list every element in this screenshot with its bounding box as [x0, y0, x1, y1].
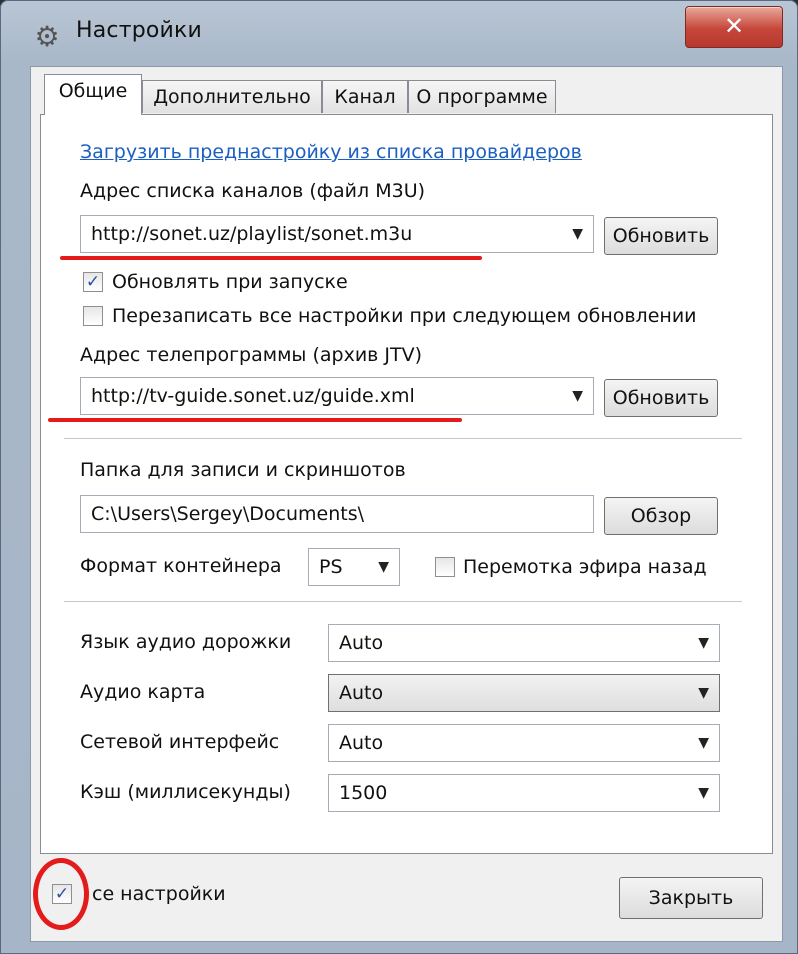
chevron-down-icon[interactable]: ▼	[378, 549, 389, 585]
cache-select[interactable]: 1500 ▼	[328, 774, 720, 812]
overwrite-settings-checkbox[interactable]	[83, 306, 103, 326]
tab-channel[interactable]: Канал	[322, 80, 408, 113]
annotation-underline-epg	[48, 418, 462, 422]
container-format-value: PS	[319, 556, 343, 578]
chevron-down-icon[interactable]: ▼	[698, 725, 709, 761]
separator	[64, 438, 742, 440]
annotation-circle	[33, 858, 89, 930]
settings-window: ⚙ Настройки ✕ Общие Дополнительно Канал …	[0, 0, 798, 954]
chevron-down-icon[interactable]: ▼	[698, 675, 709, 711]
folder-path-field[interactable]: C:\Users\Sergey\Documents\	[80, 495, 594, 533]
close-button[interactable]: Закрыть	[619, 877, 763, 919]
provider-preset-link[interactable]: Загрузить преднастройку из списка провай…	[80, 141, 582, 163]
chevron-down-icon[interactable]: ▼	[572, 378, 583, 414]
audio-track-select[interactable]: Auto ▼	[328, 624, 720, 662]
playlist-url-combo[interactable]: http://sonet.uz/playlist/sonet.m3u ▼	[80, 215, 594, 253]
chevron-down-icon[interactable]: ▼	[572, 216, 583, 252]
audio-card-select[interactable]: Auto ▼	[328, 674, 720, 712]
chevron-down-icon[interactable]: ▼	[698, 625, 709, 661]
epg-update-button[interactable]: Обновить	[604, 379, 718, 417]
update-on-start-checkbox[interactable]: ✓	[83, 272, 103, 292]
container-format-select[interactable]: PS ▼	[308, 548, 400, 586]
epg-url-value: http://tv-guide.sonet.uz/guide.xml	[91, 385, 415, 407]
audio-card-value: Auto	[339, 682, 384, 704]
browse-button[interactable]: Обзор	[604, 497, 718, 535]
tab-about[interactable]: О программе	[408, 80, 556, 113]
separator	[64, 601, 742, 603]
rewind-label: Перемотка эфира назад	[463, 556, 707, 578]
epg-label: Адрес телепрограммы (архив JTV)	[80, 344, 423, 366]
chevron-down-icon[interactable]: ▼	[698, 775, 709, 811]
gear-icon: ⚙	[34, 20, 60, 53]
epg-url-combo[interactable]: http://tv-guide.sonet.uz/guide.xml ▼	[80, 377, 594, 415]
playlist-label: Адрес списка каналов (файл M3U)	[80, 180, 426, 202]
network-interface-select[interactable]: Auto ▼	[328, 724, 720, 762]
all-settings-label: се настройки	[92, 883, 226, 905]
tab-general[interactable]: Общие	[44, 74, 142, 115]
annotation-underline-playlist	[60, 256, 482, 260]
window-title: Настройки	[76, 18, 203, 43]
tab-advanced[interactable]: Дополнительно	[142, 80, 322, 113]
cache-label: Кэш (миллисекунды)	[80, 781, 291, 803]
overwrite-settings-label: Перезаписать все настройки при следующем…	[112, 305, 697, 327]
update-on-start-label: Обновлять при запуске	[112, 271, 348, 293]
network-interface-label: Сетевой интерфейс	[80, 731, 280, 753]
folder-label: Папка для записи и скриншотов	[80, 459, 406, 481]
audio-card-label: Аудио карта	[80, 681, 206, 703]
network-interface-value: Auto	[339, 732, 384, 754]
container-format-label: Формат контейнера	[80, 555, 282, 577]
audio-track-value: Auto	[339, 632, 384, 654]
rewind-checkbox[interactable]	[435, 557, 455, 577]
folder-path-value: C:\Users\Sergey\Documents\	[91, 503, 365, 525]
cache-value: 1500	[339, 782, 388, 804]
window-close-button[interactable]: ✕	[685, 6, 783, 48]
playlist-update-button[interactable]: Обновить	[604, 217, 718, 255]
playlist-url-value: http://sonet.uz/playlist/sonet.m3u	[91, 223, 413, 245]
audio-track-label: Язык аудио дорожки	[80, 631, 292, 653]
